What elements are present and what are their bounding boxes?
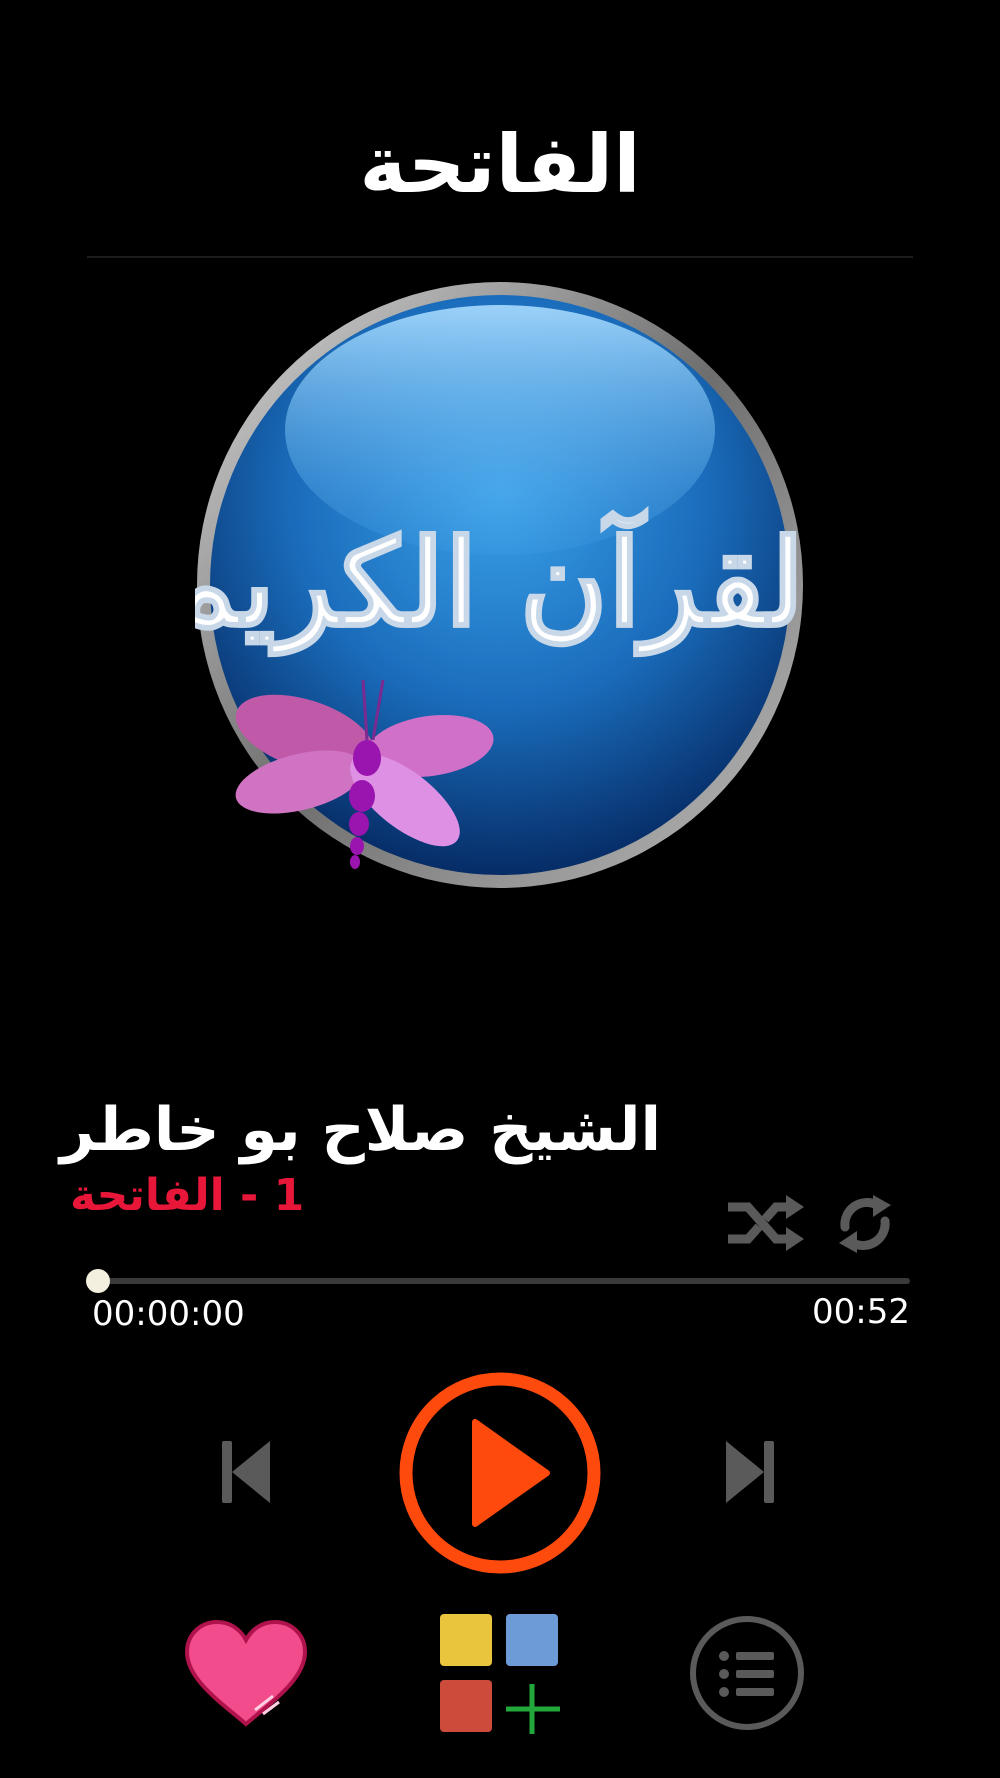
favorite-button[interactable] (183, 1618, 309, 1730)
repeat-icon[interactable] (833, 1193, 897, 1255)
calligraphy-text: القرآن الكريم (195, 508, 805, 657)
seek-thumb[interactable] (86, 1269, 110, 1293)
track-title: 1 - الفاتحة (70, 1170, 305, 1221)
seek-bar[interactable] (90, 1278, 910, 1284)
page-title: الفاتحة (359, 118, 641, 211)
play-button[interactable] (397, 1370, 603, 1576)
total-time: 00:52 (812, 1292, 910, 1332)
playlist-icon (719, 1651, 774, 1697)
skip-next-icon[interactable] (722, 1437, 778, 1507)
shuffle-icon[interactable] (728, 1193, 806, 1253)
reciter-name: الشيخ صلاح بو خاطر (60, 1095, 662, 1165)
divider (87, 256, 913, 258)
playlist-button[interactable] (688, 1614, 806, 1732)
skip-previous-icon[interactable] (218, 1437, 274, 1507)
album-artwork: القرآن الكريم (195, 282, 805, 888)
more-apps-button[interactable] (438, 1612, 564, 1736)
heart-icon (184, 1619, 308, 1727)
play-icon (472, 1419, 550, 1527)
current-time: 00:00:00 (92, 1294, 245, 1334)
